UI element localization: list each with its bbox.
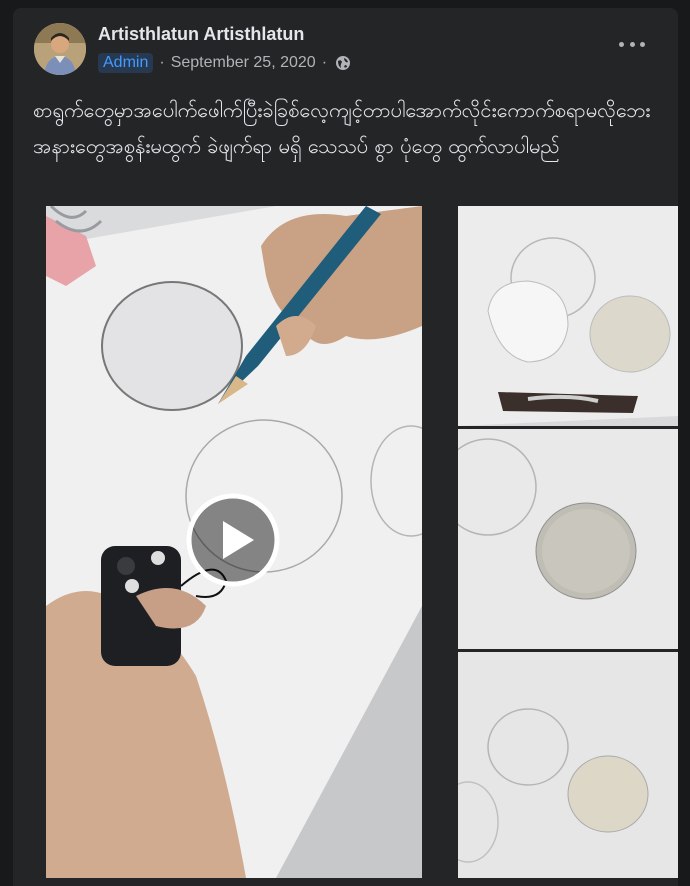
author-name[interactable]: Artisthlatun Artisthlatun — [98, 24, 304, 45]
video-thumbnail[interactable] — [46, 206, 422, 878]
photo-thumbnail-2[interactable] — [458, 429, 678, 649]
meta-separator-2: · — [321, 54, 328, 71]
globe-icon[interactable] — [335, 55, 351, 71]
more-options-icon[interactable] — [619, 36, 645, 52]
photo-thumbnail-3[interactable] — [458, 652, 678, 878]
photo-thumbnail-1[interactable] — [458, 206, 678, 426]
avatar[interactable] — [34, 23, 86, 75]
play-icon[interactable] — [186, 493, 280, 587]
meta-separator: · — [159, 54, 165, 71]
admin-badge[interactable]: Admin — [98, 53, 154, 73]
post-date[interactable]: September 25, 2020 — [171, 54, 316, 72]
post-text: စာရွက်တွေမှာအပေါက်ဖေါက်ပြီးခဲခြစ်လေ့ကျင့… — [33, 98, 651, 158]
post-meta: Admin · September 25, 2020 · — [98, 51, 351, 75]
post-card: Artisthlatun Artisthlatun Admin · Septem… — [13, 8, 678, 886]
